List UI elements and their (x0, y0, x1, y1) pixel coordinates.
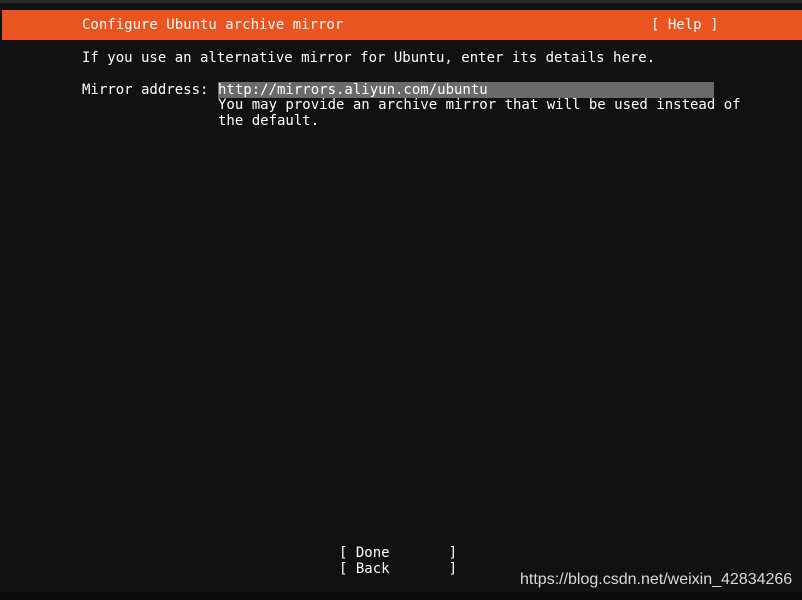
mirror-address-input[interactable] (218, 82, 714, 98)
back-button[interactable]: [ Back ] (339, 561, 457, 577)
mirror-help-line-1: You may provide an archive mirror that w… (218, 97, 741, 113)
intro-text: If you use an alternative mirror for Ubu… (82, 50, 656, 66)
watermark-url: https://blog.csdn.net/weixin_42834266 (520, 571, 793, 588)
bottom-edge (0, 592, 802, 600)
mirror-address-label: Mirror address: (82, 82, 209, 98)
header-bar: Configure Ubuntu archive mirror [ Help ] (2, 10, 802, 40)
mirror-help-line-2: the default. (218, 113, 320, 129)
mirror-help-text: You may provide an archive mirror that w… (218, 97, 741, 129)
page-title: Configure Ubuntu archive mirror (82, 17, 344, 33)
help-button[interactable]: [ Help ] (651, 16, 718, 34)
installer-screen: Configure Ubuntu archive mirror [ Help ]… (0, 0, 802, 600)
done-button[interactable]: [ Done ] (339, 545, 457, 561)
window-frame (0, 0, 802, 3)
